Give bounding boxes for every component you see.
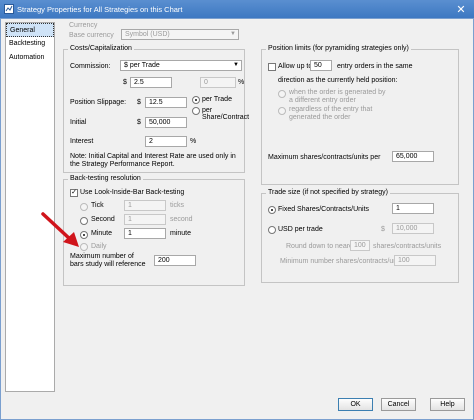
chevron-down-icon: ▼ [230, 31, 236, 37]
costs-group: Costs/Capitalization Commission: $ per T… [63, 45, 249, 173]
initial-capital-input[interactable]: 50,000 [145, 117, 187, 128]
tick-unit: ticks [170, 202, 184, 209]
settings-panel: Currency Base currency Symbol (USD) ▼ Co… [59, 22, 465, 390]
minute-input[interactable]: 1 [124, 228, 166, 239]
direction-label: direction as the currently held position… [278, 77, 398, 84]
commission-dollar-sign: $ [123, 79, 127, 86]
nav-item-automation[interactable]: Automation [6, 51, 54, 65]
backtesting-resolution-group: Back-testing resolution ✓ Use Look-Insid… [63, 175, 245, 286]
slippage-dollar-sign: $ [137, 99, 141, 106]
look-inside-bar-label: Use Look-Inside-Bar Back-testing [80, 189, 185, 196]
help-button[interactable]: Help [430, 398, 465, 411]
look-inside-bar-checkbox[interactable]: ✓ [70, 189, 78, 197]
initial-dollar-sign: $ [137, 119, 141, 126]
commission-type-value: $ per Trade [124, 62, 160, 69]
cancel-button[interactable]: Cancel [381, 398, 416, 411]
backtesting-resolution-title: Back-testing resolution [68, 175, 143, 182]
max-shares-label: Maximum shares/contracts/units per [268, 154, 381, 161]
slippage-input[interactable]: 12.5 [145, 97, 187, 108]
usd-per-trade-radio[interactable] [268, 226, 276, 234]
allow-up-to-label: Allow up to [278, 63, 313, 70]
window-title: Strategy Properties for All Strategies o… [17, 4, 183, 14]
slippage-label: Position Slippage: [70, 99, 127, 106]
interest-input[interactable]: 2 [145, 136, 187, 147]
commission-amount-input[interactable]: 2.5 [130, 77, 172, 88]
nav-item-general[interactable]: General [6, 23, 54, 37]
slippage-per-share-radio[interactable] [192, 107, 200, 115]
slippage-per-share-label: per Share/Contract [202, 107, 250, 121]
commission-percent-input[interactable]: 0 [200, 77, 236, 88]
usd-dollar-sign: $ [381, 226, 385, 233]
position-limits-group: Position limits (for pyramiding strategi… [261, 45, 459, 185]
different-entry-label: when the order is generated by a differe… [289, 89, 386, 104]
allow-pyramiding-checkbox[interactable] [268, 63, 276, 71]
fixed-shares-input[interactable]: 1 [392, 203, 434, 214]
base-currency-value: Symbol (USD) [125, 31, 170, 38]
second-input[interactable]: 1 [124, 214, 166, 225]
minute-label: Minute [91, 230, 113, 237]
tick-input[interactable]: 1 [124, 200, 166, 211]
base-currency-label: Base currency [69, 32, 114, 39]
minute-unit: minute [170, 230, 192, 237]
max-bars-label: Maximum number of bars study will refere… [70, 253, 146, 268]
second-label: Second [91, 216, 115, 223]
trade-size-title: Trade size (if not specified by strategy… [266, 189, 390, 196]
settings-nav: General Backtesting Automation [5, 22, 55, 392]
any-entry-radio[interactable] [278, 107, 286, 115]
interest-label: Interest [70, 138, 94, 145]
costs-group-title: Costs/Capitalization [68, 45, 134, 52]
tick-radio[interactable] [80, 203, 88, 211]
annotation-arrow-icon [39, 211, 83, 251]
tick-label: Tick [91, 202, 104, 209]
app-icon [4, 4, 14, 14]
second-unit: second [170, 216, 193, 223]
max-bars-input[interactable]: 200 [154, 255, 196, 266]
nav-item-backtesting[interactable]: Backtesting [6, 37, 54, 51]
trade-size-group: Trade size (if not specified by strategy… [261, 189, 459, 283]
min-shares-label: Minimum number shares/contracts/units [280, 258, 405, 265]
allow-entries-suffix: entry orders in the same [337, 63, 413, 70]
round-down-unit: shares/contracts/units [373, 243, 442, 250]
max-shares-input[interactable]: 65,000 [392, 151, 434, 162]
title-bar: Strategy Properties for All Strategies o… [0, 0, 474, 18]
round-down-label: Round down to nearest [286, 243, 359, 250]
any-entry-label: regardless of the entry that generated t… [289, 106, 373, 121]
capital-note: Note: Initial Capital and Interest Rate … [70, 153, 236, 168]
daily-label: Daily [91, 243, 107, 250]
allow-entries-input[interactable]: 50 [310, 60, 332, 71]
base-currency-select[interactable]: Symbol (USD) ▼ [121, 29, 239, 40]
dialog-window: General Backtesting Automation Currency … [0, 18, 474, 420]
slippage-per-trade-label: per Trade [202, 96, 232, 103]
position-limits-title: Position limits (for pyramiding strategi… [266, 45, 411, 52]
initial-capital-label: Initial [70, 119, 87, 126]
round-down-input[interactable]: 100 [350, 240, 370, 251]
different-entry-radio[interactable] [278, 90, 286, 98]
ok-button[interactable]: OK [338, 398, 373, 411]
fixed-shares-label: Fixed Shares/Contracts/Units [278, 206, 370, 213]
chevron-down-icon: ▼ [233, 62, 239, 68]
interest-percent-sign: % [190, 138, 197, 145]
commission-label: Commission: [70, 63, 111, 70]
commission-percent-sign: % [238, 79, 245, 86]
close-icon[interactable]: ✕ [452, 2, 470, 16]
fixed-shares-radio[interactable] [268, 206, 276, 214]
min-shares-input[interactable]: 100 [394, 255, 436, 266]
usd-per-trade-input[interactable]: 10,000 [392, 223, 434, 234]
slippage-per-trade-radio[interactable] [192, 96, 200, 104]
commission-type-select[interactable]: $ per Trade ▼ [120, 60, 242, 71]
usd-per-trade-label: USD per trade [278, 226, 323, 233]
currency-section-label: Currency [69, 22, 98, 29]
